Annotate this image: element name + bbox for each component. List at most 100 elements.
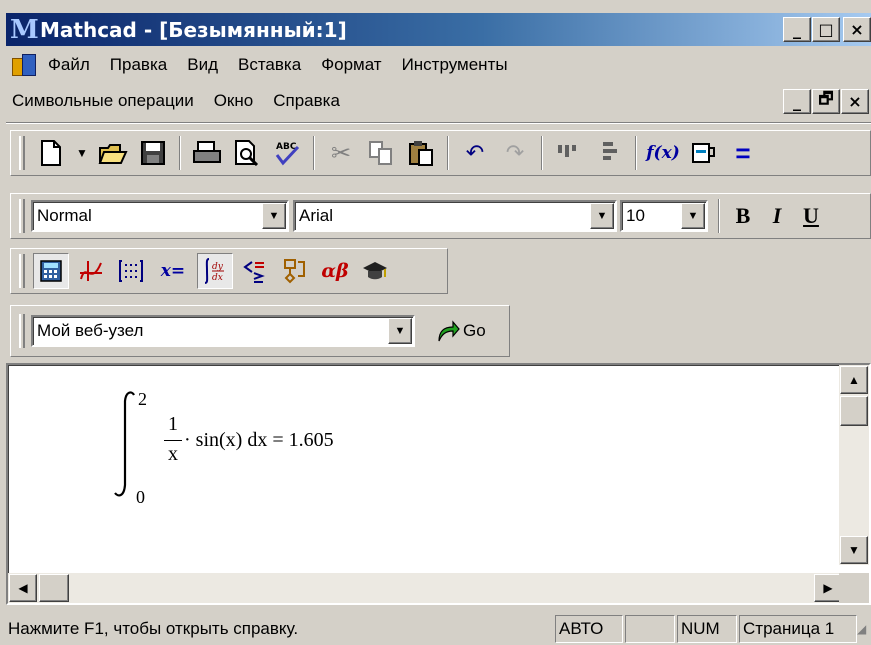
- go-arrow-icon: [438, 320, 460, 342]
- print-preview-icon[interactable]: [229, 135, 265, 171]
- boolean-icon[interactable]: [237, 253, 273, 289]
- document-icon[interactable]: [12, 52, 38, 78]
- menu-view[interactable]: Вид: [177, 55, 228, 75]
- evaluation-button[interactable]: x=: [153, 253, 193, 289]
- font-size-value: 10: [626, 206, 645, 225]
- minimize-button[interactable]: _: [783, 17, 811, 42]
- scroll-up-icon[interactable]: ▲: [840, 366, 868, 394]
- resize-grip-icon[interactable]: ◢: [857, 622, 871, 636]
- integral-sign-icon: [114, 391, 135, 497]
- toolbar-grip[interactable]: [19, 199, 25, 233]
- scroll-left-icon[interactable]: ◀: [9, 574, 37, 602]
- menu-symbolics[interactable]: Символьные операции: [6, 91, 204, 111]
- formatting-toolbar: Normal ▼ Arial ▼ 10 ▼ B I U: [10, 193, 871, 239]
- save-disk-icon[interactable]: [135, 135, 171, 171]
- menu-help[interactable]: Справка: [263, 91, 350, 111]
- toolbar-separator: [635, 136, 637, 170]
- toolbar-grip[interactable]: [19, 254, 25, 288]
- svg-text:dx: dx: [212, 273, 223, 283]
- undo-icon[interactable]: ↶: [457, 135, 493, 171]
- vertical-scrollbar[interactable]: ▲ ▼: [839, 365, 869, 565]
- horizontal-scroll-thumb[interactable]: [39, 574, 69, 602]
- close-button[interactable]: ×: [843, 17, 871, 42]
- status-bar: Нажмите F1, чтобы открыть справку. АВТО …: [6, 612, 871, 645]
- vertical-scroll-thumb[interactable]: [840, 396, 868, 426]
- font-select[interactable]: Arial ▼: [293, 200, 617, 232]
- go-button[interactable]: Go: [435, 319, 486, 343]
- redo-icon[interactable]: ↷: [497, 135, 533, 171]
- spell-check-icon[interactable]: ABC: [269, 135, 305, 171]
- symbolic-keyword-icon[interactable]: [357, 253, 393, 289]
- status-num: NUM: [677, 614, 737, 643]
- print-icon[interactable]: [189, 135, 225, 171]
- align-down-icon[interactable]: [591, 135, 627, 171]
- toolbar-grip[interactable]: [19, 136, 25, 170]
- chevron-down-icon[interactable]: ▼: [388, 318, 412, 344]
- doc-close-button[interactable]: ×: [841, 89, 869, 114]
- mathcad-logo-icon[interactable]: M: [10, 16, 39, 44]
- align-across-icon[interactable]: [551, 135, 587, 171]
- separator: [6, 122, 871, 124]
- calculus-icon[interactable]: dy dx: [197, 253, 233, 289]
- address-value: Мой веб-узел: [37, 321, 144, 340]
- menu-format[interactable]: Формат: [311, 55, 391, 75]
- fraction-denominator: x: [168, 443, 178, 465]
- scroll-corner: [839, 573, 869, 603]
- horizontal-scrollbar[interactable]: ◀ ▶: [8, 573, 843, 603]
- toolbar-separator: [313, 136, 315, 170]
- math-toolbar: x= dy dx αβ: [10, 248, 448, 294]
- menu-edit[interactable]: Правка: [100, 55, 177, 75]
- status-page: Страница 1: [739, 614, 857, 643]
- title-bar: M Mathcad - [Безымянный:1] _ □ ×: [6, 13, 871, 46]
- matrix-icon[interactable]: [113, 253, 149, 289]
- menu-insert[interactable]: Вставка: [228, 55, 311, 75]
- scroll-right-icon[interactable]: ▶: [814, 574, 842, 602]
- toolbar-separator: [718, 199, 720, 233]
- address-select[interactable]: Мой веб-узел ▼: [31, 315, 415, 347]
- graph-icon[interactable]: [73, 253, 109, 289]
- underline-button[interactable]: U: [794, 199, 828, 233]
- copy-icon[interactable]: [363, 135, 399, 171]
- menu-file[interactable]: Файл: [38, 55, 100, 75]
- bold-button[interactable]: B: [726, 199, 760, 233]
- scroll-down-icon[interactable]: ▼: [840, 536, 868, 564]
- font-size-select[interactable]: 10 ▼: [620, 200, 708, 232]
- calculate-icon[interactable]: =: [725, 135, 761, 171]
- calculator-icon[interactable]: [33, 253, 69, 289]
- resources-toolbar: Мой веб-узел ▼ Go: [10, 305, 510, 357]
- style-value: Normal: [37, 206, 92, 225]
- doc-restore-button[interactable]: 🗗: [812, 89, 840, 114]
- status-caps: [625, 614, 675, 643]
- font-value: Arial: [299, 206, 334, 225]
- integral-expression[interactable]: 2 0 1 x · sin(x) dx = 1.605: [108, 383, 408, 513]
- menu-window[interactable]: Окно: [204, 91, 264, 111]
- new-document-icon[interactable]: [33, 135, 69, 171]
- cut-icon[interactable]: ✂: [323, 135, 359, 171]
- style-select[interactable]: Normal ▼: [31, 200, 289, 232]
- menu-tools[interactable]: Инструменты: [392, 55, 518, 75]
- menu-bar: Файл Правка Вид Вставка Формат Инструмен…: [6, 49, 871, 81]
- insert-unit-icon[interactable]: [685, 135, 721, 171]
- open-folder-icon[interactable]: [95, 135, 131, 171]
- lower-limit: 0: [136, 487, 145, 507]
- toolbar-separator: [179, 136, 181, 170]
- window-title: Mathcad - [Безымянный:1]: [40, 17, 347, 42]
- fraction-bar: [164, 440, 182, 441]
- worksheet[interactable]: 2 0 1 x · sin(x) dx = 1.605 ▲ ▼ ◀ ▶: [6, 363, 871, 605]
- italic-button[interactable]: I: [760, 199, 794, 233]
- doc-minimize-button[interactable]: _: [783, 89, 811, 114]
- go-label: Go: [463, 321, 486, 340]
- insert-function-icon[interactable]: f(x): [645, 135, 681, 171]
- greek-symbols-icon[interactable]: αβ: [317, 253, 353, 289]
- new-dropdown-icon[interactable]: ▼: [73, 135, 91, 171]
- programming-icon[interactable]: [277, 253, 313, 289]
- paste-icon[interactable]: [403, 135, 439, 171]
- chevron-down-icon[interactable]: ▼: [590, 203, 614, 229]
- status-mode: АВТО: [555, 614, 623, 643]
- chevron-down-icon[interactable]: ▼: [262, 203, 286, 229]
- status-help-text: Нажмите F1, чтобы открыть справку.: [8, 618, 299, 638]
- toolbar-grip[interactable]: [19, 314, 25, 348]
- standard-toolbar: ▼ ABC ✂ ↶ ↷ f(x) =: [10, 130, 871, 176]
- chevron-down-icon[interactable]: ▼: [681, 203, 705, 229]
- maximize-button[interactable]: □: [812, 17, 840, 42]
